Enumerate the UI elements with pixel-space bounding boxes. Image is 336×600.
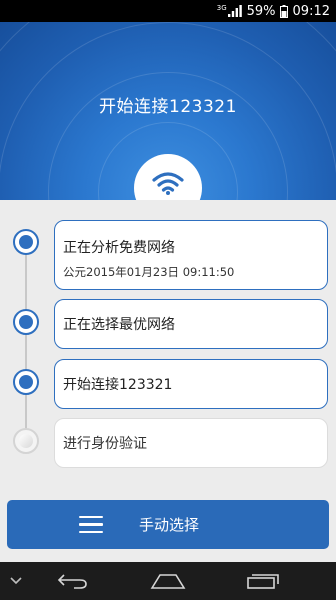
battery-percent: 59% (246, 3, 276, 19)
step-indicator-connect (13, 369, 39, 395)
connection-header: 开始连接123321 (0, 22, 336, 200)
recent-apps-icon (247, 574, 279, 589)
step-indicator-auth (13, 428, 39, 454)
network-type: 3G (216, 4, 227, 12)
battery-icon (279, 4, 288, 18)
manual-select-label: 手动选择 (139, 516, 200, 534)
recent-apps-button[interactable] (240, 562, 286, 600)
timeline-line (25, 240, 27, 445)
menu-icon (79, 515, 103, 534)
step-timestamp: 公元2015年01月23日 09:11:50 (63, 265, 235, 279)
step-indicator-analyze (13, 229, 39, 255)
home-icon (150, 574, 186, 589)
step-title: 正在选择最优网络 (63, 317, 175, 333)
wifi-icon (152, 172, 184, 195)
status-bar: 3G 59% 09:12 (0, 0, 336, 22)
step-title: 进行身份验证 (63, 436, 147, 452)
step-card-analyze: 正在分析免费网络 公元2015年01月23日 09:11:50 (54, 220, 328, 290)
step-indicator-select (13, 309, 39, 335)
step-title: 正在分析免费网络 (63, 240, 175, 256)
manual-select-button[interactable]: 手动选择 (7, 500, 329, 549)
step-title: 开始连接123321 (63, 377, 173, 393)
chevron-down-icon (10, 577, 22, 585)
navigation-bar (0, 562, 336, 600)
page-title: 开始连接123321 (99, 97, 237, 117)
step-card-select: 正在选择最优网络 (54, 299, 328, 349)
wifi-connect-screen: 3G 59% 09:12 开始连接123321 正在分析免费网络 公元2015年… (0, 0, 336, 600)
home-button[interactable] (143, 562, 193, 600)
step-card-connect: 开始连接123321 (54, 359, 328, 409)
back-button[interactable] (50, 562, 96, 600)
collapse-button[interactable] (2, 562, 30, 600)
back-icon (57, 574, 87, 589)
signal-icon (227, 5, 242, 17)
step-card-auth: 进行身份验证 (54, 418, 328, 468)
clock: 09:12 (292, 3, 330, 19)
